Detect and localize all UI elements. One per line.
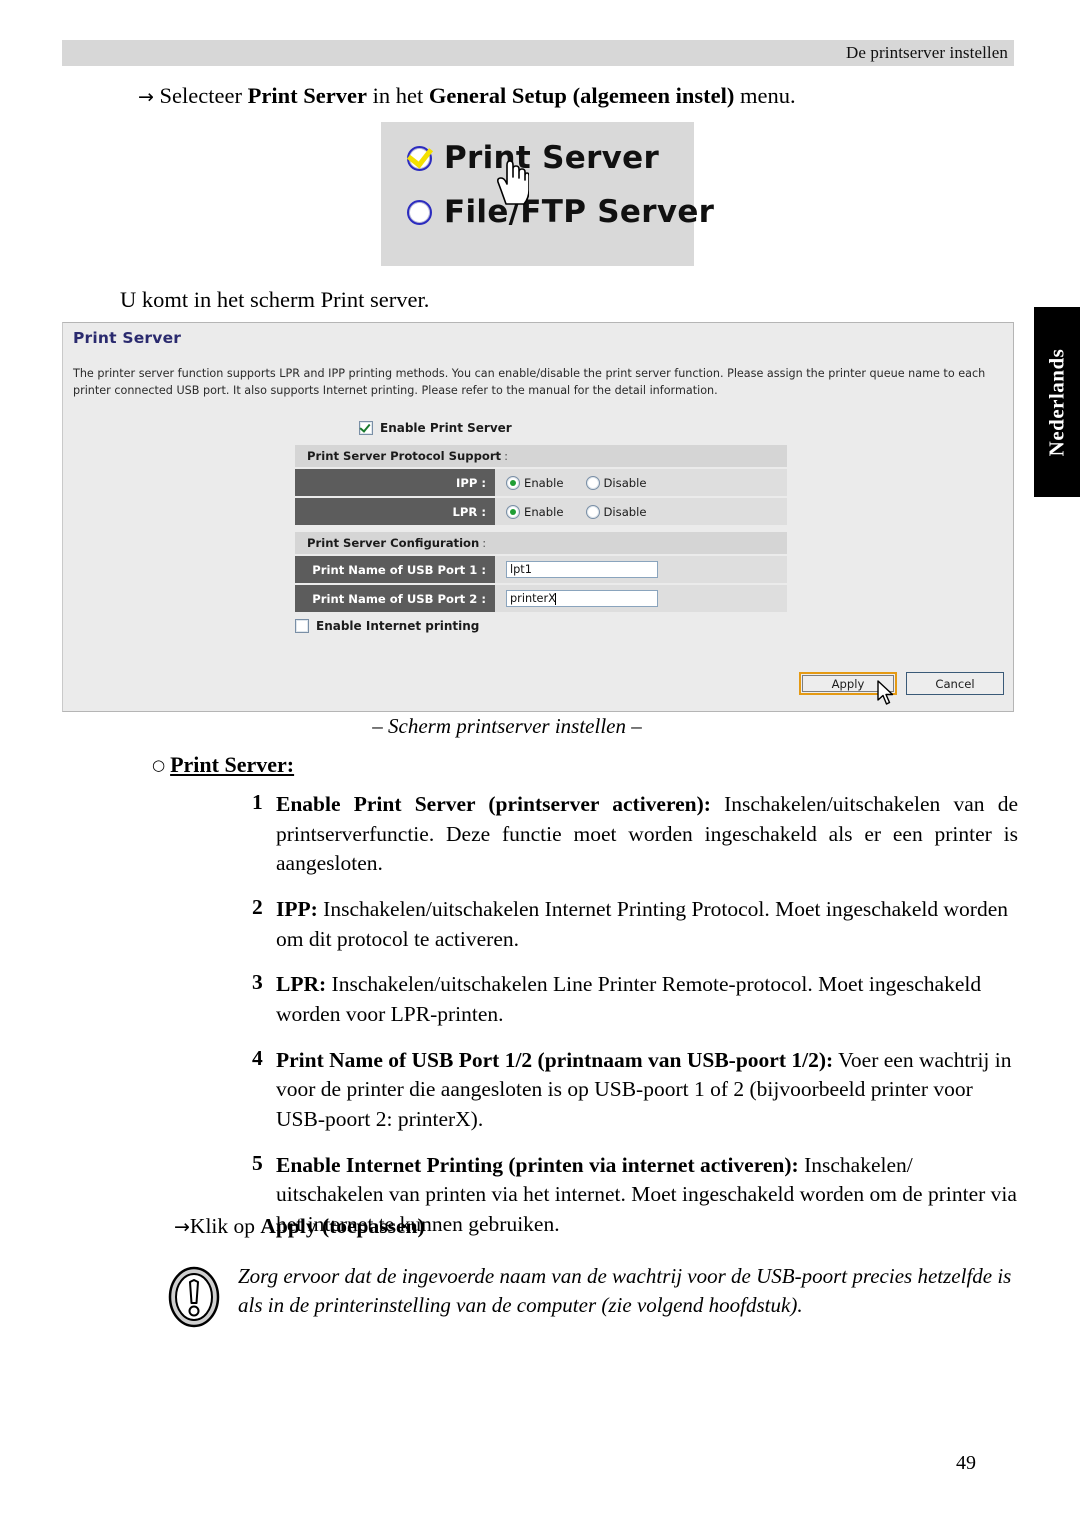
- enable-internet-printing-row[interactable]: Enable Internet printing: [295, 616, 787, 636]
- configuration-section-colon: :: [482, 536, 487, 550]
- usb-port-1-label: Print Name of USB Port 1 :: [295, 556, 495, 583]
- list-item-body: Enable Print Server (printserver activer…: [276, 790, 1018, 879]
- radio-option-print-server[interactable]: Print Server: [407, 140, 659, 176]
- settings-form: Enable Print Server Print Server Protoco…: [295, 418, 787, 636]
- protocol-section-colon: :: [504, 449, 508, 463]
- page-running-header: De printserver instellen: [62, 40, 1014, 66]
- lpr-value-cell: Enable Disable: [495, 498, 787, 525]
- intro-bold-print-server: Print Server: [247, 83, 367, 108]
- lpr-row: LPR : Enable Disable: [295, 498, 787, 525]
- arrow-icon: →: [174, 1216, 190, 1238]
- cancel-button[interactable]: Cancel: [906, 672, 1004, 695]
- note-block: Zorg ervoor dat de ingevoerde naam van d…: [168, 1262, 1018, 1333]
- list-item-term: Enable Print Server (printserver activer…: [276, 792, 711, 816]
- lpr-enable-label: Enable: [524, 504, 564, 519]
- note-icon-wrapper: [168, 1262, 220, 1333]
- radio-on-icon[interactable]: [506, 475, 520, 490]
- lpr-enable-option[interactable]: Enable: [506, 504, 564, 519]
- radio-off-icon[interactable]: [585, 504, 600, 519]
- ipp-value-cell: Enable Disable: [495, 469, 787, 496]
- list-item-term: LPR:: [276, 972, 327, 997]
- intro-part1: Selecteer: [159, 83, 248, 108]
- page-number: 49: [956, 1452, 976, 1474]
- list-item-term: IPP:: [276, 896, 318, 921]
- intro-instruction: → Selecteer Print Server in het General …: [138, 82, 1018, 110]
- ipp-row: IPP : Enable Disable: [295, 469, 787, 496]
- language-side-tab: Nederlands: [1034, 307, 1080, 497]
- enable-print-server-label: Enable Print Server: [380, 421, 512, 435]
- configuration-section-header: Print Server Configuration :: [295, 532, 787, 554]
- usb-port-2-row: Print Name of USB Port 2 : printerX: [295, 585, 787, 612]
- list-item-term: Enable Internet Printing (printen via in…: [276, 1152, 799, 1177]
- usb-port-1-input[interactable]: lpt1: [506, 561, 658, 578]
- list-item-body: IPP: Inschakelen/uitschakelen Internet P…: [276, 895, 1018, 954]
- hand-cursor-icon: [497, 160, 529, 205]
- klik-apply-instruction: →Klik op Apply (toepassen): [174, 1214, 425, 1239]
- list-item-number: 2: [252, 894, 263, 919]
- usb-port-2-input[interactable]: printerX: [506, 590, 658, 607]
- list-item: 2 IPP: Inschakelen/uitschakelen Internet…: [252, 895, 1018, 954]
- enable-print-server-row[interactable]: Enable Print Server: [359, 418, 787, 438]
- section-heading: ○ Print Server:: [152, 752, 294, 778]
- radio-label-file-ftp-server: File/FTP Server: [444, 194, 715, 230]
- ipp-disable-option[interactable]: Disable: [585, 475, 647, 490]
- list-item-text: Inschakelen/uitschakelen Line Printer Re…: [276, 972, 982, 1026]
- ipp-enable-option[interactable]: Enable: [506, 475, 564, 490]
- intro-part3: menu.: [734, 83, 796, 108]
- arrow-cursor-icon: [877, 680, 894, 705]
- radio-option-file-ftp-server[interactable]: File/FTP Server: [407, 194, 714, 230]
- list-item-number: 4: [252, 1045, 263, 1070]
- list-item: 1 Enable Print Server (printserver activ…: [252, 790, 1018, 879]
- panel-title: Print Server: [73, 329, 182, 347]
- note-text: Zorg ervoor dat de ingevoerde naam van d…: [238, 1264, 1012, 1317]
- list-item-number: 3: [252, 970, 263, 995]
- arrow-icon: →: [138, 86, 154, 108]
- server-mode-radio-figure: Print Server File/FTP Server: [381, 122, 714, 266]
- list-item: 3 LPR: Inschakelen/uitschakelen Line Pri…: [252, 970, 1018, 1029]
- radio-label-print-server: Print Server: [444, 140, 660, 176]
- print-server-settings-panel: Print Server The printer server function…: [62, 322, 1014, 712]
- radio-unchecked-icon[interactable]: [407, 199, 432, 225]
- figure-caption: – Scherm printserver instellen –: [372, 714, 642, 738]
- list-item: 4 Print Name of USB Port 1/2 (printnaam …: [252, 1046, 1018, 1135]
- ipp-label: IPP :: [295, 469, 495, 496]
- panel-description: The printer server function supports LPR…: [73, 367, 986, 398]
- list-item-body: LPR: Inschakelen/uitschakelen Line Print…: [276, 970, 1018, 1029]
- language-tab-label: Nederlands: [1044, 348, 1069, 456]
- intro-part2: in het: [366, 83, 429, 108]
- enable-internet-printing-label: Enable Internet printing: [316, 619, 480, 633]
- running-header-title: De printserver instellen: [846, 43, 1008, 62]
- protocol-section-header: Print Server Protocol Support :: [295, 445, 787, 467]
- klik-bold-apply: Apply (toepassen): [260, 1214, 425, 1238]
- ipp-enable-label: Enable: [524, 475, 564, 490]
- lead-text: U komt in het scherm Print server.: [120, 287, 430, 312]
- radio-off-icon[interactable]: [585, 475, 600, 490]
- instruction-list: 1 Enable Print Server (printserver activ…: [252, 790, 1018, 1256]
- usb-port-1-row: Print Name of USB Port 1 : lpt1: [295, 556, 787, 583]
- list-item-term: Print Name of USB Port 1/2 (printnaam va…: [276, 1047, 834, 1072]
- klik-text: Klik op: [189, 1214, 261, 1238]
- panel-button-row: Apply Cancel: [799, 672, 1004, 705]
- configuration-section-title: Print Server Configuration: [307, 536, 480, 550]
- ipp-disable-label: Disable: [603, 475, 647, 490]
- usb-port-2-label: Print Name of USB Port 2 :: [295, 585, 495, 612]
- checkbox-unchecked-icon[interactable]: [295, 619, 309, 633]
- checkbox-checked-icon[interactable]: [359, 421, 373, 435]
- circle-bullet-icon: ○: [152, 756, 166, 774]
- list-item-number: 1: [252, 790, 263, 814]
- list-item-body: Print Name of USB Port 1/2 (printnaam va…: [276, 1046, 1018, 1135]
- radio-on-icon[interactable]: [506, 504, 520, 519]
- radio-checked-icon[interactable]: [407, 145, 432, 171]
- intro-bold-general-setup: General Setup (algemeen instel): [428, 83, 735, 108]
- section-heading-title: Print Server:: [170, 752, 295, 777]
- list-item-text: Inschakelen/uitschakelen Internet Printi…: [276, 896, 1008, 951]
- lpr-label: LPR :: [295, 498, 495, 525]
- lpr-disable-label: Disable: [603, 504, 647, 519]
- usb-port-1-value-cell: lpt1: [495, 556, 787, 583]
- protocol-section-title: Print Server Protocol Support: [307, 449, 502, 463]
- exclamation-icon: [168, 1266, 220, 1328]
- usb-port-2-value-cell: printerX: [495, 585, 787, 612]
- lpr-disable-option[interactable]: Disable: [585, 504, 647, 519]
